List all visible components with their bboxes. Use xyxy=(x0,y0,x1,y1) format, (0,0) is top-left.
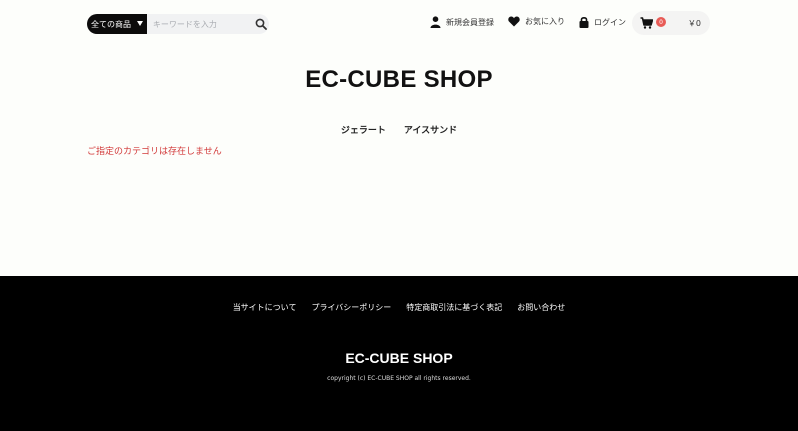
copyright: copyright (c) EC-CUBE SHOP all rights re… xyxy=(327,375,471,382)
cart-count-badge: 0 xyxy=(656,17,666,27)
search-button[interactable] xyxy=(254,14,269,34)
chevron-down-icon xyxy=(136,21,143,26)
lock-icon xyxy=(579,16,589,28)
footer-link-about[interactable]: 当サイトについて xyxy=(233,302,297,313)
cart-button[interactable]: 0 ￥0 xyxy=(632,11,710,35)
user-icon xyxy=(430,16,441,28)
category-select-label: 全ての商品 xyxy=(91,19,131,29)
footer-link-privacy[interactable]: プライバシーポリシー xyxy=(311,302,391,313)
footer: 当サイトについて プライバシーポリシー 特定商取引法に基づく表記 お問い合わせ … xyxy=(0,276,798,431)
cart-price: ￥0 xyxy=(687,19,701,28)
register-link[interactable]: 新規会員登録 xyxy=(430,16,494,28)
nav-item-ice-sandwich[interactable]: アイスサンド xyxy=(404,123,457,136)
category-select[interactable]: 全ての商品 xyxy=(87,14,147,34)
search-bar: 全ての商品 xyxy=(87,14,269,34)
footer-link-tokushoho[interactable]: 特定商取引法に基づく表記 xyxy=(406,302,502,313)
site-logo[interactable]: EC-CUBE SHOP xyxy=(0,66,798,94)
login-link[interactable]: ログイン xyxy=(579,16,626,28)
login-label: ログイン xyxy=(594,17,626,27)
footer-link-contact[interactable]: お問い合わせ xyxy=(517,302,565,313)
register-label: 新規会員登録 xyxy=(446,17,494,27)
favorite-label: お気に入り xyxy=(525,17,565,26)
search-icon xyxy=(256,18,268,30)
footer-nav: 当サイトについて プライバシーポリシー 特定商取引法に基づく表記 お問い合わせ xyxy=(0,302,798,313)
footer-logo[interactable]: EC-CUBE SHOP xyxy=(0,350,798,366)
search-input[interactable] xyxy=(146,14,254,34)
global-nav: ジェラート アイスサンド xyxy=(0,123,798,136)
favorite-link[interactable]: お気に入り xyxy=(508,16,565,27)
heart-icon xyxy=(508,16,520,27)
cart-icon xyxy=(640,17,653,29)
error-message: ご指定のカテゴリは存在しません xyxy=(87,147,222,157)
nav-item-gelato[interactable]: ジェラート xyxy=(341,123,386,136)
